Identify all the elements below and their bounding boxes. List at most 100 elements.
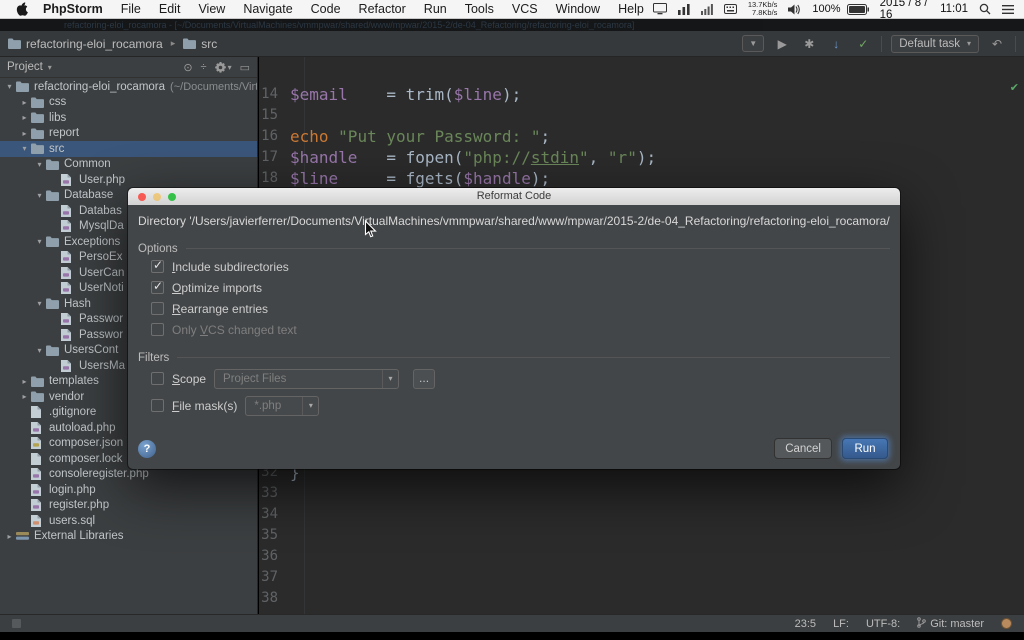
menubar-time[interactable]: 11:01 — [940, 3, 968, 15]
chevron-right-icon[interactable]: ▸ — [4, 532, 15, 541]
checkbox-include-subdirectories[interactable] — [151, 260, 164, 273]
run-configuration-combo[interactable]: ▼ — [742, 35, 764, 52]
menubar-date[interactable]: 2015 / 8 / 16 — [880, 0, 930, 21]
browse-button[interactable]: ... — [413, 369, 435, 389]
vcs-commit-icon[interactable]: ✓ — [854, 35, 872, 53]
menu-window[interactable]: Window — [547, 2, 609, 16]
undo-icon[interactable]: ↶ — [988, 35, 1006, 53]
vcs-update-icon[interactable]: ↓ — [827, 35, 845, 53]
code-line-38[interactable]: 38 — [259, 588, 1024, 609]
toolwindow-toggle-icon[interactable] — [12, 619, 21, 628]
collapse-all-icon[interactable]: ÷ — [201, 61, 207, 73]
menu-file[interactable]: File — [112, 2, 150, 16]
task-combo[interactable]: Default task ▾ — [891, 35, 979, 53]
menu-phpstorm[interactable]: PhpStorm — [34, 2, 112, 16]
settings-gear-icon[interactable]: ▾ — [215, 62, 232, 73]
tree-item-common[interactable]: ▾Common — [0, 157, 257, 173]
inspection-status-icon[interactable]: ✔ — [1010, 81, 1019, 94]
code-line-15[interactable]: 15 — [259, 105, 1024, 126]
cancel-button[interactable]: Cancel — [774, 438, 832, 459]
battery-icon[interactable] — [847, 4, 869, 15]
apple-menu-icon[interactable] — [10, 2, 34, 16]
chart-bars-icon[interactable] — [678, 3, 690, 15]
run-icon[interactable]: ▶ — [773, 35, 791, 53]
menu-edit[interactable]: Edit — [150, 2, 190, 16]
encoding-indicator[interactable]: UTF-8: — [866, 618, 900, 630]
menu-refactor[interactable]: Refactor — [350, 2, 415, 16]
tree-item-register-php[interactable]: register.php — [0, 498, 257, 514]
chevron-right-icon[interactable]: ▸ — [19, 98, 30, 107]
chevron-right-icon[interactable]: ▸ — [19, 392, 30, 401]
option-rearrange-entries[interactable]: Rearrange entries — [151, 298, 890, 319]
line-ending-indicator[interactable]: LF: — [833, 618, 849, 630]
chevron-right-icon[interactable]: ▸ — [19, 113, 30, 122]
menu-navigate[interactable]: Navigate — [234, 2, 301, 16]
tree-item-external-libraries[interactable]: ▸External Libraries — [0, 529, 257, 545]
tree-item-css[interactable]: ▸css — [0, 95, 257, 111]
keyboard-icon[interactable] — [724, 3, 737, 15]
notification-center-icon[interactable] — [1002, 4, 1014, 15]
zoom-button[interactable] — [168, 193, 176, 201]
code-line-33[interactable]: 33 — [259, 483, 1024, 504]
line-number[interactable]: 15 — [259, 105, 290, 126]
build-icon[interactable]: ✱ — [800, 35, 818, 53]
tree-item-refactoring-eloi-rocamora[interactable]: ▾refactoring-eloi_rocamora(~/Documents/V… — [0, 79, 257, 95]
checkbox-file-mask-s[interactable] — [151, 399, 164, 412]
chevron-down-icon[interactable]: ▾ — [34, 160, 45, 169]
code-line-16[interactable]: 16echo "Put your Password: "; — [259, 126, 1024, 147]
chevron-down-icon[interactable]: ▾ — [4, 82, 15, 91]
hide-panel-icon[interactable]: ▭ — [240, 61, 250, 74]
tree-item-users-sql[interactable]: users.sql — [0, 513, 257, 529]
minimize-button[interactable] — [153, 193, 161, 201]
line-number[interactable]: 34 — [259, 504, 290, 525]
line-number[interactable]: 38 — [259, 588, 290, 609]
line-number[interactable]: 14 — [259, 84, 290, 105]
project-panel-tab[interactable]: Project ▾ — [7, 61, 52, 73]
chevron-down-icon[interactable]: ▾ — [19, 144, 30, 153]
volume-icon[interactable] — [788, 4, 801, 15]
line-number[interactable]: 17 — [259, 147, 290, 168]
menu-tools[interactable]: Tools — [456, 2, 503, 16]
line-number[interactable]: 35 — [259, 525, 290, 546]
git-branch-widget[interactable]: Git: master — [917, 617, 984, 631]
line-number[interactable]: 16 — [259, 126, 290, 147]
help-button[interactable]: ? — [138, 440, 156, 458]
code-line-18[interactable]: 18$line = fgets($handle); — [259, 168, 1024, 189]
menu-code[interactable]: Code — [302, 2, 350, 16]
code-line-35[interactable]: 35 — [259, 525, 1024, 546]
tree-item-libs[interactable]: ▸libs — [0, 110, 257, 126]
chevron-right-icon[interactable]: ▸ — [19, 377, 30, 386]
line-number[interactable]: 37 — [259, 567, 290, 588]
chevron-down-icon[interactable]: ▾ — [34, 237, 45, 246]
close-button[interactable] — [138, 193, 146, 201]
code-line-17[interactable]: 17$handle = fopen("php://stdin", "r"); — [259, 147, 1024, 168]
menu-run[interactable]: Run — [415, 2, 456, 16]
run-button[interactable]: Run — [842, 438, 888, 459]
chevron-right-icon[interactable]: ▸ — [19, 129, 30, 138]
display-icon[interactable] — [653, 3, 667, 15]
code-line-34[interactable]: 34 — [259, 504, 1024, 525]
tree-item-login-php[interactable]: login.php — [0, 482, 257, 498]
checkbox-scope[interactable] — [151, 372, 164, 385]
tree-item-report[interactable]: ▸report — [0, 126, 257, 142]
chevron-down-icon[interactable]: ▾ — [34, 191, 45, 200]
chevron-down-icon[interactable]: ▾ — [34, 346, 45, 355]
breadcrumb-refactoring-eloi-rocamora[interactable]: refactoring-eloi_rocamora — [26, 37, 163, 51]
hector-icon[interactable] — [1001, 618, 1012, 629]
signal-icon[interactable] — [701, 3, 713, 15]
menu-help[interactable]: Help — [609, 2, 653, 16]
checkbox-optimize-imports[interactable] — [151, 281, 164, 294]
code-line-36[interactable]: 36 — [259, 546, 1024, 567]
option-include-subdirectories[interactable]: Include subdirectories — [151, 256, 890, 277]
checkbox-rearrange-entries[interactable] — [151, 302, 164, 315]
line-number[interactable]: 18 — [259, 168, 290, 189]
line-number[interactable]: 36 — [259, 546, 290, 567]
spotlight-icon[interactable] — [979, 3, 991, 15]
option-optimize-imports[interactable]: Optimize imports — [151, 277, 890, 298]
menu-view[interactable]: View — [189, 2, 234, 16]
menu-vcs[interactable]: VCS — [503, 2, 547, 16]
tree-item-src[interactable]: ▾src — [0, 141, 257, 157]
line-number[interactable]: 33 — [259, 483, 290, 504]
code-line-37[interactable]: 37 — [259, 567, 1024, 588]
chevron-down-icon[interactable]: ▾ — [34, 299, 45, 308]
